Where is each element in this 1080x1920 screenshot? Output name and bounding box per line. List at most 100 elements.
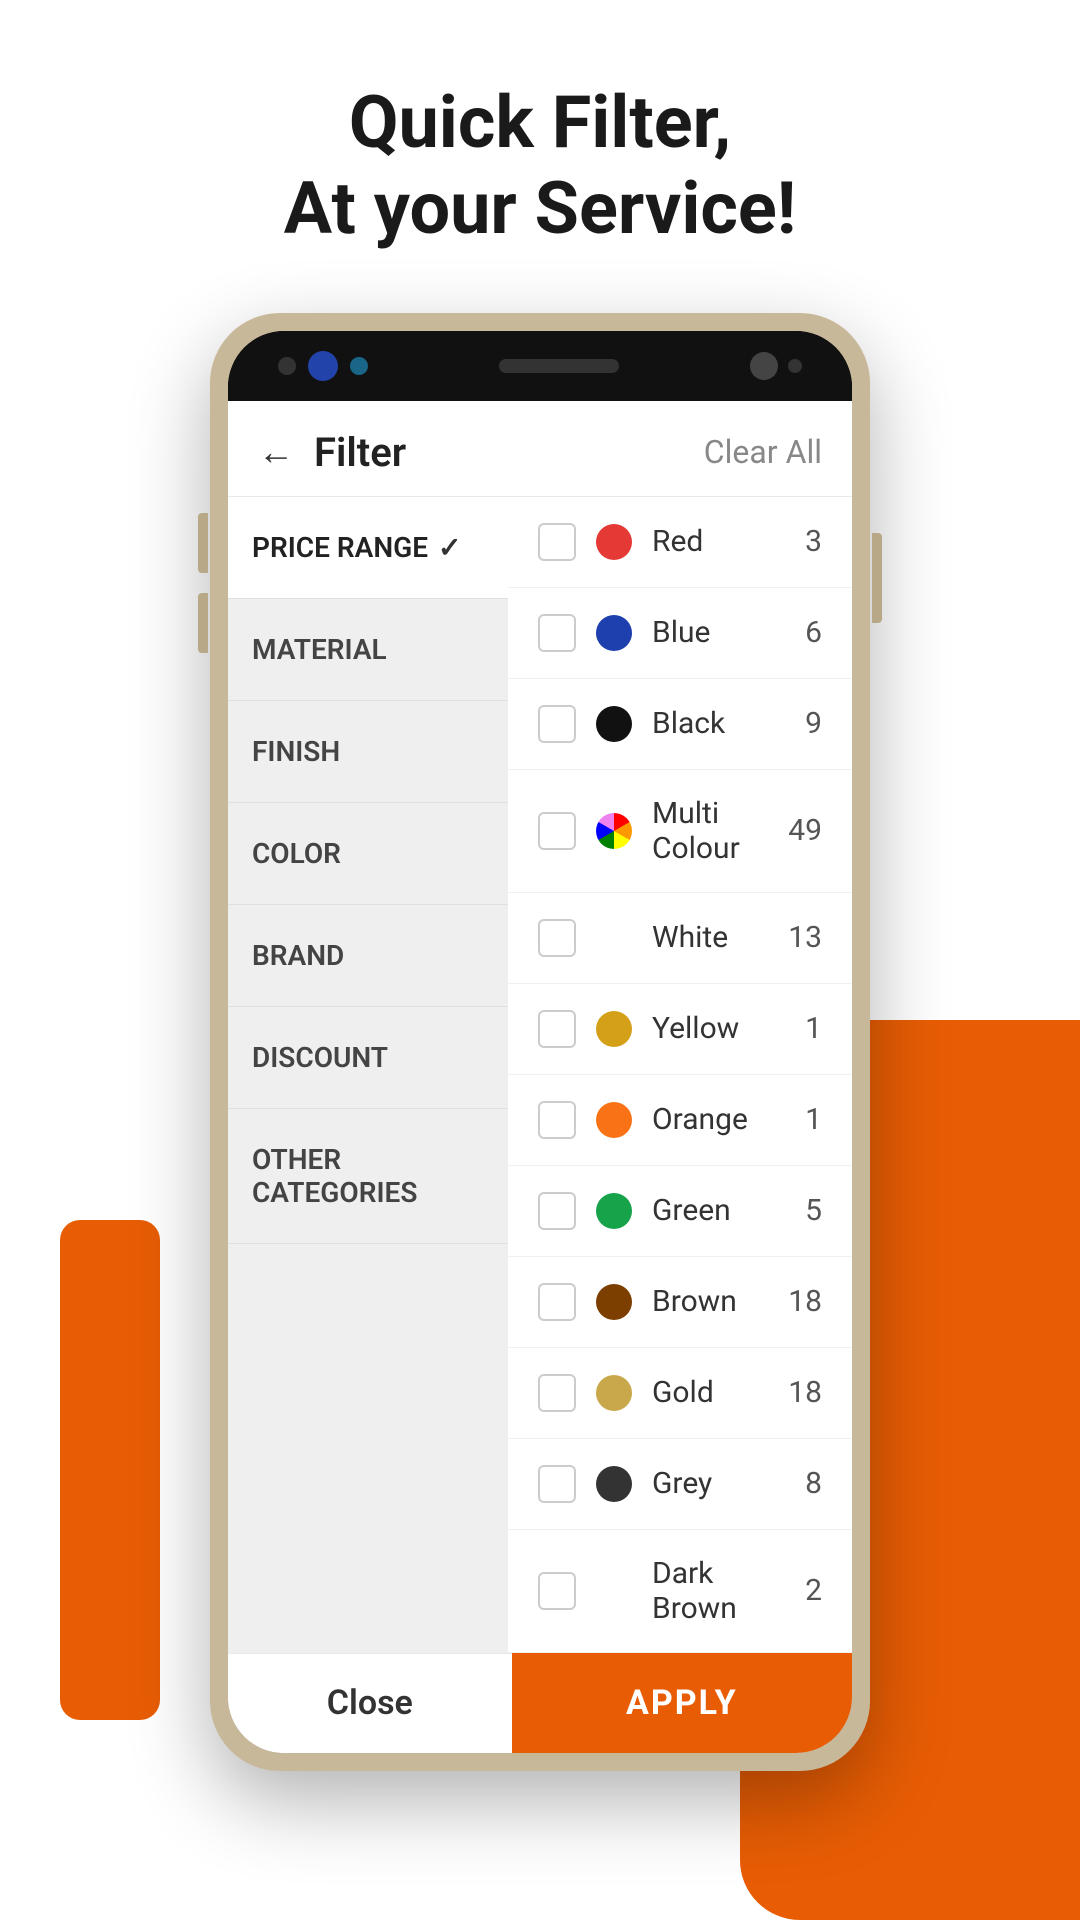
color-label-grey: Grey [652,1466,772,1501]
filter-row[interactable]: Dark Brown 2 [508,1530,852,1653]
filter-row[interactable]: Blue 6 [508,588,852,679]
check-icon: ✓ [438,531,461,564]
color-label-orange: Orange [652,1102,772,1137]
color-checkbox-dark-brown[interactable] [538,1572,576,1610]
phone-wrapper: ← Filter Clear All PRICE RANGE ✓ MAT [0,293,1080,1920]
sidebar-item-brand[interactable]: BRAND [228,905,508,1007]
sidebar-label-material: MATERIAL [252,633,387,666]
color-checkbox-orange[interactable] [538,1101,576,1139]
apply-button[interactable]: APPLY [512,1653,852,1753]
sidebar-label-price-range: PRICE RANGE [252,531,428,564]
color-checkbox-black[interactable] [538,705,576,743]
camera-cluster-left [278,351,368,381]
color-filter-list: Red 3 Blue 6 Black 9 Multi Colour 49 White 13 Yell… [508,497,852,1653]
back-button[interactable]: ← [258,431,294,473]
filter-row[interactable]: Black 9 [508,679,852,770]
filter-row[interactable]: Brown18 [508,1257,852,1348]
color-dot-green [596,1193,632,1229]
filter-row[interactable]: Red 3 [508,497,852,588]
color-checkbox-gold[interactable] [538,1374,576,1412]
color-dot-black [596,706,632,742]
volume-down-button[interactable] [198,593,208,653]
clear-all-button[interactable]: Clear All [704,433,822,471]
color-dot-grey [596,1466,632,1502]
color-checkbox-blue[interactable] [538,614,576,652]
color-checkbox-multi-colour[interactable] [538,812,576,850]
sidebar-item-color[interactable]: COLOR [228,803,508,905]
status-bar [228,331,852,401]
color-label-yellow: Yellow [652,1011,772,1046]
color-count-grey: 8 [792,1466,822,1501]
camera-cluster-right [750,352,802,380]
sidebar-label-other-categories: OTHER CATEGORIES [252,1143,484,1209]
sensor-dot [788,359,802,373]
hero-title: Quick Filter, At your Service! [40,80,1040,253]
color-label-white: White [652,920,768,955]
filter-sidebar: PRICE RANGE ✓ MATERIAL FINISH COLOR [228,497,508,1653]
color-label-blue: Blue [652,615,772,650]
filter-row[interactable]: Yellow 1 [508,984,852,1075]
color-count-blue: 6 [792,615,822,650]
color-label-red: Red [652,524,772,559]
color-count-orange: 1 [792,1102,822,1137]
color-count-multi-colour: 49 [788,813,822,848]
filter-row[interactable]: White 13 [508,893,852,984]
color-count-yellow: 1 [792,1011,822,1046]
color-count-green: 5 [792,1193,822,1228]
sidebar-item-finish[interactable]: FINISH [228,701,508,803]
sidebar-label-finish: FINISH [252,735,340,768]
color-count-dark-brown: 2 [792,1573,822,1608]
camera-dot-blue [308,351,338,381]
sidebar-item-discount[interactable]: DISCOUNT [228,1007,508,1109]
sidebar-item-price-range[interactable]: PRICE RANGE ✓ [228,497,508,599]
color-count-white: 13 [788,920,822,955]
color-checkbox-grey[interactable] [538,1465,576,1503]
color-label-black: Black [652,706,772,741]
multicolour-icon [596,813,632,849]
phone-screen: ← Filter Clear All PRICE RANGE ✓ MAT [228,331,852,1753]
phone-frame: ← Filter Clear All PRICE RANGE ✓ MAT [210,313,870,1771]
filter-row[interactable]: Green5 [508,1166,852,1257]
speaker-grille [499,359,619,373]
color-checkbox-yellow[interactable] [538,1010,576,1048]
color-count-black: 9 [792,706,822,741]
color-dot-red [596,524,632,560]
sidebar-label-brand: BRAND [252,939,344,972]
color-label-gold: Gold [652,1375,768,1410]
color-count-gold: 18 [788,1375,822,1410]
filter-row[interactable]: Multi Colour 49 [508,770,852,893]
header-left: ← Filter [258,429,406,476]
camera-dot-teal [350,357,368,375]
sidebar-item-other-categories[interactable]: OTHER CATEGORIES [228,1109,508,1244]
app-screen: ← Filter Clear All PRICE RANGE ✓ MAT [228,401,852,1753]
orange-bg-left [60,1220,160,1720]
filter-row[interactable]: Grey 8 [508,1439,852,1530]
color-dot-empty [596,920,632,956]
color-label-dark-brown: Dark Brown [652,1556,772,1626]
color-dot-gold [596,1375,632,1411]
color-label-brown: Brown [652,1284,768,1319]
app-header: ← Filter Clear All [228,401,852,497]
filter-row[interactable]: Gold 18 [508,1348,852,1439]
sidebar-label-color: COLOR [252,837,341,870]
filter-row[interactable]: Orange 1 [508,1075,852,1166]
color-checkbox-green[interactable] [538,1192,576,1230]
front-camera [750,352,778,380]
main-content: PRICE RANGE ✓ MATERIAL FINISH COLOR [228,497,852,1653]
color-dot-yellow [596,1011,632,1047]
color-checkbox-red[interactable] [538,523,576,561]
bottom-bar: Close APPLY [228,1653,852,1753]
color-dot-orange [596,1102,632,1138]
color-count-red: 3 [792,524,822,559]
power-button[interactable] [872,533,882,623]
color-checkbox-white[interactable] [538,919,576,957]
volume-up-button[interactable] [198,513,208,573]
hero-section: Quick Filter, At your Service! [0,0,1080,293]
screen-title: Filter [314,429,406,476]
camera-dot-1 [278,357,296,375]
color-label-multi-colour: Multi Colour [652,796,768,866]
sidebar-label-discount: DISCOUNT [252,1041,388,1074]
sidebar-item-material[interactable]: MATERIAL [228,599,508,701]
color-checkbox-brown[interactable] [538,1283,576,1321]
close-button[interactable]: Close [228,1653,512,1753]
